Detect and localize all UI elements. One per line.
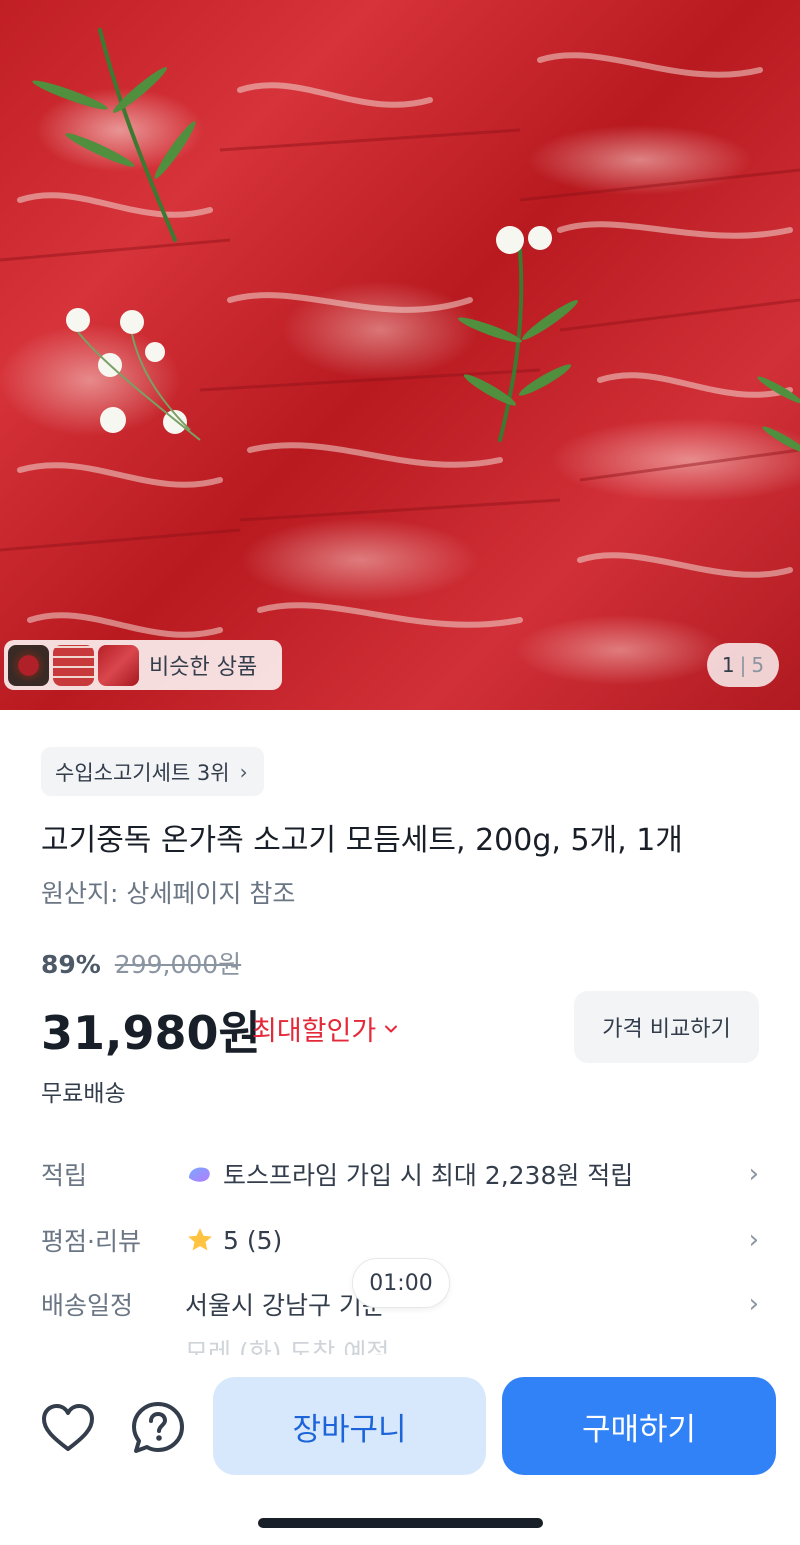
image-page-indicator: 1 | 5: [707, 643, 779, 687]
inquiry-button[interactable]: [128, 1398, 188, 1458]
category-rank-badge[interactable]: 수입소고기세트 3위 ›: [41, 747, 264, 796]
page-separator: |: [739, 653, 747, 677]
timer-badge: 01:00: [352, 1258, 450, 1308]
points-row[interactable]: 적립 토스프라임 가입 시 최대 2,238원 적립 ›: [41, 1152, 759, 1196]
heart-icon: [42, 1404, 94, 1451]
similar-product-thumbnail: [8, 644, 49, 686]
points-label: 적립: [41, 1161, 88, 1190]
question-bubble-icon: [132, 1402, 184, 1453]
similar-products-label: 비슷한 상품: [149, 655, 258, 680]
discount-row: 89% 299,000원: [41, 945, 241, 981]
similar-product-thumbnail: [98, 644, 139, 686]
total-pages: 5: [751, 653, 765, 677]
similar-products-chip[interactable]: 비슷한 상품: [4, 640, 282, 690]
product-image[interactable]: 비슷한 상품 1 | 5: [0, 0, 800, 710]
current-page: 1: [721, 653, 735, 677]
points-text: 토스프라임 가입 시 최대 2,238원 적립: [223, 1161, 634, 1190]
home-indicator: [258, 1518, 543, 1528]
delivery-label: 배송일정: [41, 1291, 134, 1320]
chevron-right-icon: ›: [239, 759, 248, 784]
wishlist-button[interactable]: [38, 1398, 98, 1458]
rating-value: 5 (5): [185, 1225, 739, 1255]
rank-badge-label: 수입소고기세트 3위: [55, 760, 230, 785]
chevron-right-icon: ›: [748, 1289, 759, 1319]
rating-label: 평점·리뷰: [41, 1227, 141, 1256]
max-discount-toggle[interactable]: 최대할인가: [252, 1009, 398, 1048]
original-price: 299,000원: [114, 950, 242, 979]
chevron-right-icon: ›: [748, 1225, 759, 1255]
points-value: 토스프라임 가입 시 최대 2,238원 적립: [185, 1156, 739, 1192]
similar-product-thumbnail: [53, 644, 94, 686]
product-origin: 원산지: 상세페이지 참조: [41, 879, 296, 908]
meat-illustration: [0, 28, 800, 638]
buy-now-button[interactable]: 구매하기: [502, 1377, 776, 1475]
star-icon: [188, 1228, 212, 1251]
max-discount-label: 최대할인가: [252, 1016, 377, 1047]
chevron-right-icon: ›: [748, 1159, 759, 1189]
add-to-cart-button[interactable]: 장바구니: [213, 1377, 486, 1475]
rating-text: 5 (5): [223, 1225, 283, 1255]
price-compare-button[interactable]: 가격 비교하기: [574, 991, 759, 1063]
toss-prime-icon: [189, 1167, 210, 1182]
rating-review-row[interactable]: 평점·리뷰 5 (5) ›: [41, 1218, 759, 1262]
shipping-info: 무료배송: [41, 1081, 126, 1107]
delivery-region: 서울시 강남구 기준: [185, 1291, 385, 1320]
chevron-down-icon: [385, 1025, 398, 1032]
sale-price: 31,980원: [41, 1006, 261, 1060]
discount-percent: 89%: [41, 950, 101, 979]
product-title: 고기중독 온가족 소고기 모듬세트, 200g, 5개, 1개: [41, 823, 683, 858]
